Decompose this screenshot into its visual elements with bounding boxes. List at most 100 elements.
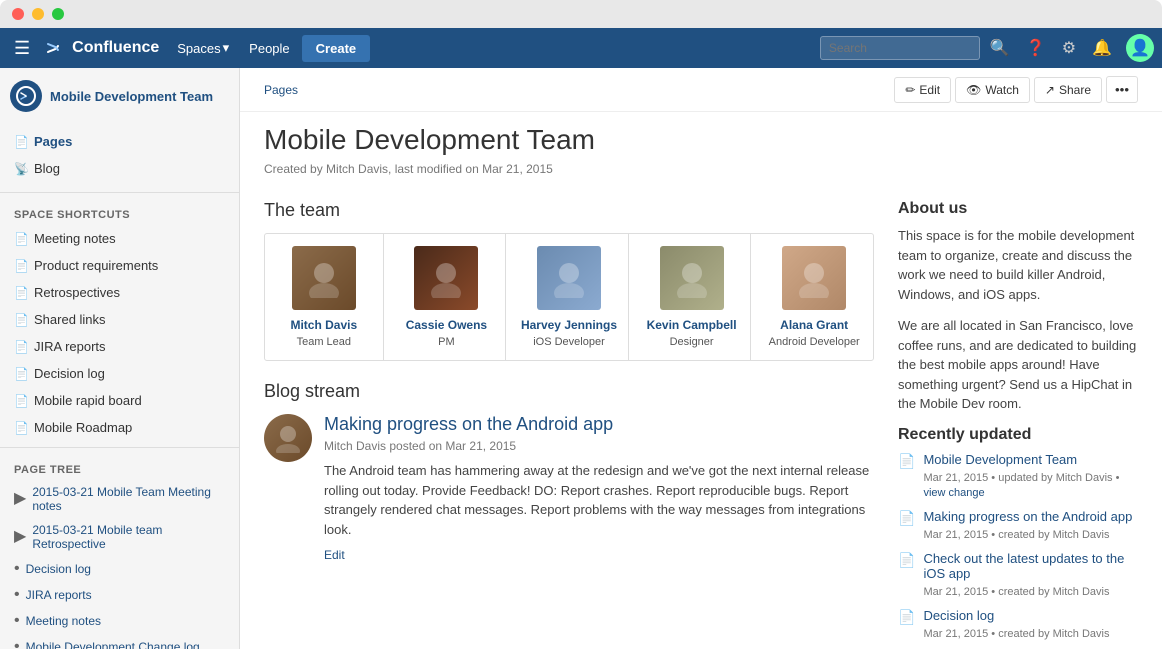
page-tree-item[interactable]: •Mobile Development Change log [0, 634, 239, 649]
minimize-button[interactable] [32, 8, 44, 20]
team-member-name[interactable]: Alana Grant [763, 318, 865, 332]
breadcrumb[interactable]: Pages [264, 83, 298, 97]
sidebar-header: Mobile Development Team [0, 68, 239, 124]
page-title: Mobile Development Team [264, 124, 1138, 156]
recent-content: Check out the latest updates to the iOS … [923, 551, 1138, 598]
watch-button[interactable]: 👁 Watch [955, 77, 1030, 103]
space-name: Mobile Development Team [50, 89, 213, 104]
sidebar-item-blog[interactable]: 📡 Blog [0, 155, 239, 182]
recent-page-link[interactable]: Check out the latest updates to the iOS … [923, 551, 1138, 581]
page-tree-section-title: Page Tree [0, 454, 239, 480]
recent-page-link[interactable]: Making progress on the Android app [923, 509, 1132, 524]
blog-post-text: The Android team has hammering away at t… [324, 461, 874, 539]
spaces-menu[interactable]: Spaces ▾ [169, 36, 237, 60]
share-icon: ↗ [1045, 83, 1055, 97]
team-member-name[interactable]: Harvey Jennings [518, 318, 620, 332]
page-tree-item[interactable]: ▶2015-03-21 Mobile team Retrospective [0, 518, 239, 556]
shortcuts-section-title: Space Shortcuts [0, 199, 239, 225]
about-paragraph: This space is for the mobile development… [898, 226, 1138, 304]
two-col-layout: The team Mitch Davis Team Lead Cassie Ow… [240, 200, 1162, 649]
side-column: About us This space is for the mobile de… [898, 200, 1138, 649]
recent-page-link[interactable]: Mobile Development Team [923, 452, 1138, 467]
page-icon: 📄 [898, 510, 915, 527]
create-button[interactable]: Create [302, 35, 370, 62]
shortcut-icon: 📄 [14, 367, 28, 381]
team-member: Mitch Davis Team Lead [265, 234, 384, 360]
sidebar-nav: 📄 Pages 📡 Blog [0, 124, 239, 186]
team-avatar [660, 246, 724, 310]
search-icon[interactable]: 🔍 [984, 34, 1016, 62]
maximize-button[interactable] [52, 8, 64, 20]
team-member: Kevin Campbell Designer [633, 234, 752, 360]
shortcut-icon: 📄 [14, 313, 28, 327]
view-change-link[interactable]: view change [923, 487, 984, 499]
search-input[interactable] [820, 36, 980, 60]
menu-icon[interactable]: ☰ [8, 34, 36, 63]
about-section: About us This space is for the mobile de… [898, 200, 1138, 414]
shortcut-icon: 📄 [14, 340, 28, 354]
people-menu[interactable]: People [241, 37, 297, 60]
team-member: Cassie Owens PM [388, 234, 507, 360]
recent-content: Making progress on the Android app Mar 2… [923, 509, 1132, 541]
about-paragraphs: This space is for the mobile development… [898, 226, 1138, 414]
shortcut-icon: 📄 [14, 421, 28, 435]
sidebar-item-product-requirements[interactable]: 📄Product requirements [0, 252, 239, 279]
more-actions-button[interactable]: ••• [1106, 76, 1138, 103]
sidebar-item-meeting-notes[interactable]: 📄Meeting notes [0, 225, 239, 252]
page-icon: 📄 [898, 609, 915, 626]
blog-post-title[interactable]: Making progress on the Android app [324, 414, 874, 435]
content-area: Pages ✏ Edit 👁 Watch ↗ Share ••• [240, 68, 1162, 649]
watch-icon: 👁 [966, 83, 981, 97]
page-tree-item[interactable]: ▶2015-03-21 Mobile Team Meeting notes [0, 480, 239, 518]
sidebar-divider [0, 192, 239, 193]
team-member-role: Designer [641, 336, 743, 348]
close-button[interactable] [12, 8, 24, 20]
team-member-name[interactable]: Kevin Campbell [641, 318, 743, 332]
sidebar-item-mobile-rapid-board[interactable]: 📄Mobile rapid board [0, 387, 239, 414]
more-icon: ••• [1115, 82, 1129, 97]
blog-post-avatar [264, 414, 312, 462]
team-member: Alana Grant Android Developer [755, 234, 873, 360]
logo-text: Confluence [72, 39, 159, 57]
share-button[interactable]: ↗ Share [1034, 77, 1102, 103]
settings-icon[interactable]: ⚙ [1056, 34, 1082, 62]
team-grid: Mitch Davis Team Lead Cassie Owens PM Ha… [264, 233, 874, 361]
page-meta: Created by Mitch Davis, last modified on… [264, 162, 1138, 176]
breadcrumb-actions-row: Pages ✏ Edit 👁 Watch ↗ Share ••• [240, 68, 1162, 112]
recent-page-link[interactable]: Decision log [923, 608, 1109, 623]
help-icon[interactable]: ❓ [1020, 34, 1052, 62]
recent-meta: Mar 21, 2015 • created by Mitch Davis [923, 628, 1109, 640]
edit-icon: ✏ [905, 83, 915, 97]
user-avatar[interactable]: 👤 [1126, 34, 1154, 62]
confluence-logo-icon [46, 38, 66, 58]
pages-icon: 📄 [14, 135, 28, 149]
blog-edit-link[interactable]: Edit [324, 548, 345, 562]
shortcut-icon: 📄 [14, 394, 28, 408]
edit-button[interactable]: ✏ Edit [894, 77, 951, 103]
notifications-icon[interactable]: 🔔 [1086, 34, 1118, 62]
sidebar-item-mobile-roadmap[interactable]: 📄Mobile Roadmap [0, 414, 239, 441]
sidebar-item-jira-reports[interactable]: 📄JIRA reports [0, 333, 239, 360]
recently-updated-title: Recently updated [898, 426, 1138, 444]
sidebar-item-shared-links[interactable]: 📄Shared links [0, 306, 239, 333]
team-avatar [782, 246, 846, 310]
team-avatar [292, 246, 356, 310]
recent-meta: Mar 21, 2015 • created by Mitch Davis [923, 529, 1109, 541]
page-tree-item[interactable]: •JIRA reports [0, 582, 239, 608]
blog-icon: 📡 [14, 162, 28, 176]
blog-posts: Making progress on the Android app Mitch… [264, 414, 874, 562]
sidebar-item-pages[interactable]: 📄 Pages [0, 128, 239, 155]
page-title-section: Mobile Development Team Created by Mitch… [240, 112, 1162, 184]
sidebar-shortcuts: 📄Meeting notes📄Product requirements📄Retr… [0, 225, 239, 441]
page-actions: ✏ Edit 👁 Watch ↗ Share ••• [894, 76, 1138, 103]
logo[interactable]: Confluence [40, 38, 165, 58]
blog-section-title: Blog stream [264, 381, 874, 402]
sidebar-item-decision-log[interactable]: 📄Decision log [0, 360, 239, 387]
team-member-name[interactable]: Mitch Davis [273, 318, 375, 332]
page-tree-item[interactable]: •Meeting notes [0, 608, 239, 634]
page-icon: 📄 [898, 453, 915, 470]
sidebar-item-retrospectives[interactable]: 📄Retrospectives [0, 279, 239, 306]
team-member-name[interactable]: Cassie Owens [396, 318, 498, 332]
page-tree-item[interactable]: •Decision log [0, 556, 239, 582]
recent-item: 📄 Check out the latest updates to the iO… [898, 551, 1138, 598]
